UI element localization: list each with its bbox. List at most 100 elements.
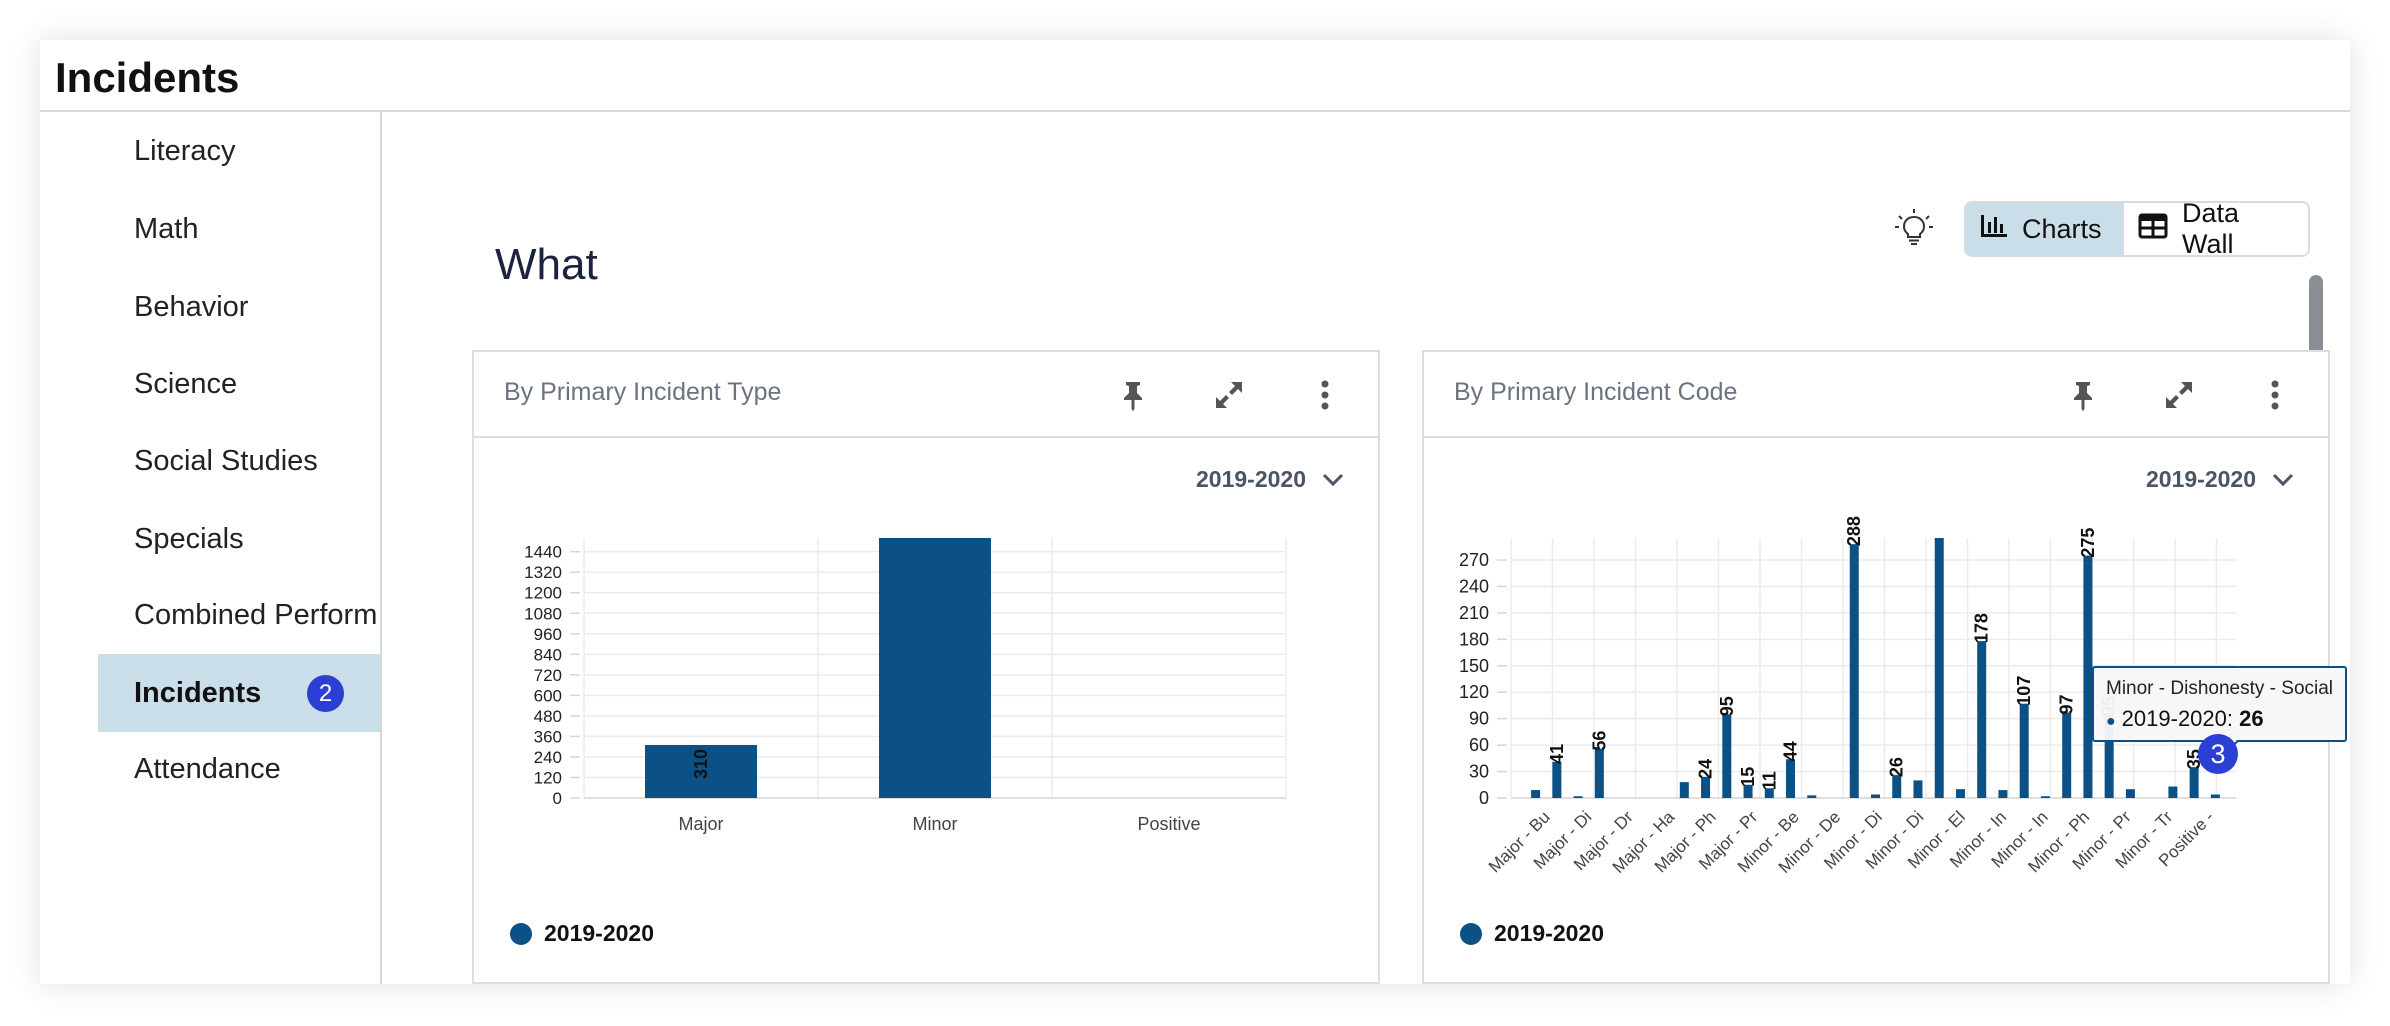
bar — [1998, 790, 2008, 798]
data-label: 178 — [1972, 613, 1992, 643]
card-title: By Primary Incident Code — [1454, 378, 1738, 406]
charts-toggle-button[interactable]: Charts — [1966, 203, 2122, 255]
y-tick-label: 960 — [534, 625, 562, 644]
bar — [2210, 794, 2220, 798]
chart-tooltip: Minor - Dishonesty - Social ● 2019-2020: … — [2092, 666, 2347, 757]
y-tick-label: 600 — [534, 686, 562, 705]
sidebar-item-incidents[interactable]: Incidents 2 — [98, 654, 380, 732]
y-tick-label: 60 — [1469, 735, 1489, 755]
bar — [2189, 767, 2199, 798]
tooltip-value: 26 — [2239, 706, 2264, 731]
year-select-value: 2019-2020 — [1196, 466, 1306, 492]
data-label: 95 — [1717, 696, 1737, 716]
data-label: 11 — [1759, 771, 1779, 790]
bar — [1722, 714, 1732, 798]
data-label: 107 — [2014, 676, 2034, 706]
sidebar-item-label: Math — [134, 213, 199, 245]
legend-label: 2019-2020 — [1494, 920, 1604, 946]
sidebar-item-specials[interactable]: Specials — [98, 500, 380, 578]
bar — [1531, 790, 1541, 798]
year-select[interactable]: 2019-2020 — [1196, 466, 1344, 493]
bar — [1594, 748, 1604, 798]
sidebar-item-combined-performance[interactable]: Combined Perform — [98, 576, 380, 654]
bar — [2040, 796, 2050, 798]
bar — [1807, 795, 1817, 798]
legend-label: 2019-2020 — [544, 920, 654, 946]
bar — [879, 538, 991, 798]
data-label: 56 — [1589, 731, 1609, 751]
sidebar-item-label: Specials — [134, 523, 244, 555]
more-vertical-icon[interactable] — [2258, 378, 2292, 412]
bar — [1955, 789, 1965, 798]
bar — [2062, 712, 2072, 798]
bar — [1913, 780, 1923, 798]
sidebar-item-label: Attendance — [134, 753, 281, 785]
app-header: Incidents — [40, 40, 2350, 112]
lightbulb-icon[interactable] — [1894, 208, 1934, 248]
y-tick-label: 180 — [1459, 629, 1489, 649]
y-tick-label: 0 — [553, 789, 562, 808]
bar — [1892, 775, 1902, 798]
chevron-down-icon — [1322, 466, 1344, 493]
more-vertical-icon[interactable] — [1308, 378, 1342, 412]
x-tick-label: Major — [678, 814, 723, 834]
data-label: 24 — [1696, 759, 1716, 779]
bar — [1701, 776, 1711, 798]
sidebar-item-label: Combined Perform — [134, 599, 378, 631]
app-window: Incidents Literacy Math Behavior Science… — [40, 40, 2350, 984]
data-label: 310 — [691, 749, 711, 779]
table-icon — [2138, 213, 2168, 246]
sidebar-item-label: Literacy — [134, 135, 236, 167]
tooltip-title: Minor - Dishonesty - Social — [2106, 678, 2334, 699]
expand-icon[interactable] — [2162, 378, 2196, 412]
bar-chart-icon — [1980, 213, 2008, 246]
data-label: 26 — [1887, 757, 1907, 777]
chart-legend[interactable]: 2019-2020 — [1460, 920, 1604, 947]
x-tick-label: Minor — [912, 814, 957, 834]
y-tick-label: 1440 — [524, 543, 562, 562]
sidebar-item-science[interactable]: Science — [98, 345, 380, 423]
legend-dot — [510, 922, 532, 945]
data-wall-label: Data Wall — [2182, 201, 2240, 257]
year-select[interactable]: 2019-2020 — [2146, 466, 2294, 493]
bar — [1679, 782, 1689, 798]
sidebar-item-behavior[interactable]: Behavior — [98, 268, 380, 346]
data-label: 41 — [1547, 744, 1567, 764]
tooltip-series: 2019-2020: — [2121, 706, 2233, 731]
y-tick-label: 120 — [534, 768, 562, 787]
bar — [2168, 786, 2178, 798]
pin-icon[interactable] — [2066, 378, 2100, 412]
pin-icon[interactable] — [1116, 378, 1150, 412]
main-content: Charts Data Wall What By Primary Inciden… — [382, 112, 2350, 984]
bar — [1849, 544, 1859, 798]
y-tick-label: 240 — [1459, 576, 1489, 596]
view-toggle: Charts Data Wall — [1964, 201, 2310, 257]
y-tick-label: 1320 — [524, 563, 562, 582]
bar — [1573, 796, 1583, 798]
legend-dot — [1460, 922, 1482, 945]
bar — [1871, 794, 1880, 798]
sidebar-item-math[interactable]: Math — [98, 190, 380, 268]
tooltip-value-row: ● 2019-2020: 26 — [2106, 706, 2333, 732]
step-marker: 3 — [2198, 734, 2238, 774]
page-title: Incidents — [55, 54, 240, 101]
charts-label: Charts — [2022, 213, 2102, 244]
y-tick-label: 150 — [1459, 656, 1489, 676]
chart-legend[interactable]: 2019-2020 — [510, 920, 654, 947]
card-header: By Primary Incident Type — [474, 352, 1378, 438]
x-tick-label: Positive — [1137, 814, 1200, 834]
y-tick-label: 90 — [1469, 709, 1489, 729]
sidebar-item-literacy[interactable]: Literacy — [98, 112, 380, 190]
y-tick-label: 720 — [534, 666, 562, 685]
y-tick-label: 360 — [534, 727, 562, 746]
expand-icon[interactable] — [1212, 378, 1246, 412]
y-tick-label: 480 — [534, 707, 562, 726]
y-tick-label: 240 — [534, 748, 562, 767]
data-label: 15 — [1738, 767, 1758, 787]
sidebar-item-attendance[interactable]: Attendance — [98, 730, 380, 808]
series-dot-icon: ● — [2106, 713, 2116, 730]
count-badge: 2 — [307, 675, 344, 712]
sidebar-item-label: Science — [134, 368, 238, 400]
data-wall-toggle-button[interactable]: Data Wall — [2122, 203, 2308, 255]
sidebar-item-social-studies[interactable]: Social Studies — [98, 422, 380, 500]
